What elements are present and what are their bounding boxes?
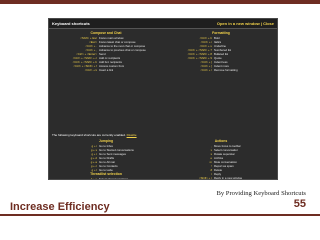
footer-divider [0, 214, 320, 216]
shortcut-description: Select all conversations [99, 177, 129, 180]
actions-section: Actions , Move focus to toolbar x Select co… [166, 139, 276, 179]
disable-link[interactable]: Disable [127, 133, 137, 137]
shortcut-row: <Ctrl> + k Insert a link [51, 68, 161, 72]
shortcut-description: Advance to previous chat or compose [99, 48, 146, 52]
panel-window-links[interactable]: Open in a new window | Close [217, 21, 274, 26]
shortcut-row: <Shift> + r Reply in a new window [166, 176, 276, 180]
slide-title: Increase Efficiency [10, 201, 110, 213]
compose-chat-section: Compose and Chat <Shift> + Esc Focus main… [51, 31, 161, 91]
shortcut-description: Insert a link [99, 68, 114, 72]
shortcut-description: Remove formatting [214, 68, 238, 72]
lower-shortcut-columns: Jumping g + i Go to Inbox g + s Go to Starr… [51, 139, 276, 179]
keyboard-shortcuts-screenshot: Keyboard shortcuts Open in a new window … [48, 18, 278, 180]
slide-top-bar [0, 0, 320, 4]
shortcut-key: <Ctrl> + \ [200, 68, 212, 72]
panel-header: Keyboard shortcuts Open in a new window … [49, 19, 277, 29]
formatting-section: Formatting <Ctrl> + b Bold <Ctrl> + i Itali… [166, 31, 276, 91]
shortcut-row: <Ctrl> + \ Remove formatting [166, 68, 276, 72]
enabled-notice: The following keyboard shortcuts are cur… [52, 133, 274, 137]
shortcut-key: <Ctrl> + k [84, 68, 97, 72]
slide-number: 55 [293, 198, 306, 210]
panel-title: Keyboard shortcuts [52, 21, 90, 26]
shortcut-key: * + a [91, 177, 97, 180]
notice-text: The following keyboard shortcuts are cur… [52, 133, 126, 137]
shortcut-key: <Shift> + r [199, 176, 212, 180]
shortcut-row: * + a Select all conversations [51, 177, 161, 180]
shortcut-description: Reply in a new window [214, 176, 243, 180]
jumping-section: Jumping g + i Go to Inbox g + s Go to Starr… [51, 139, 161, 179]
upper-shortcut-columns: Compose and Chat <Shift> + Esc Focus main… [51, 31, 276, 91]
slide-caption: By Providing Keyboard Shortcuts [216, 190, 306, 197]
